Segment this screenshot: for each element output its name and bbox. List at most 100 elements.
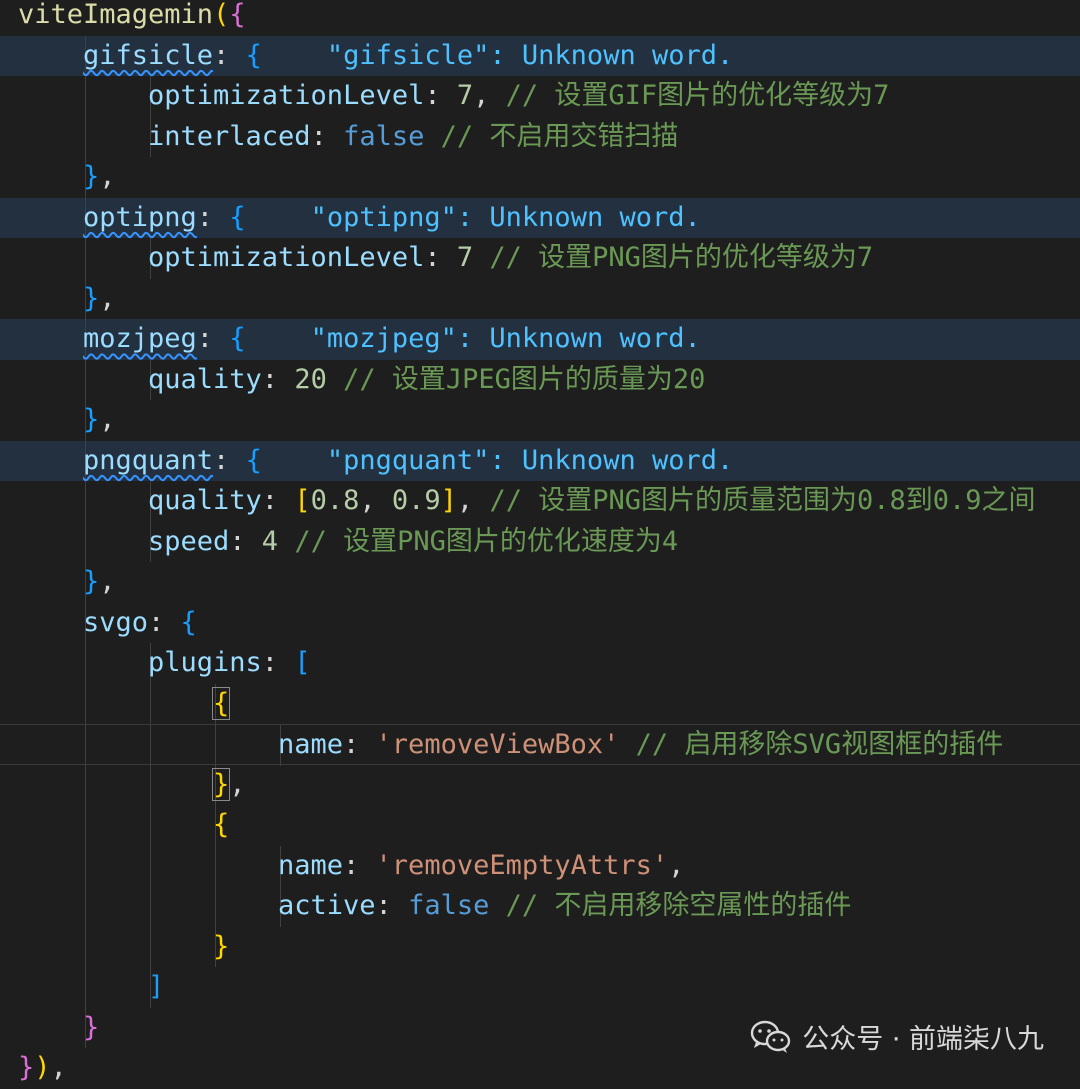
indent-guide [85, 805, 86, 846]
indent-guide [85, 683, 86, 724]
code-token: : [213, 444, 246, 476]
code-text: interlaced: false // 不启用交错扫描 [148, 117, 678, 158]
indent-guide [85, 238, 86, 279]
code-token: gifsicle [83, 39, 214, 71]
code-line[interactable]: }, [0, 562, 1080, 603]
diagnostic-hint: "optipng": Unknown word. [245, 201, 701, 233]
code-token: : [261, 363, 295, 395]
code-token: } [83, 404, 100, 435]
code-token: 4 [261, 525, 279, 557]
code-token: 20 [294, 363, 327, 395]
indent-guide [85, 886, 86, 927]
code-comment: // 设置JPEG图片的质量为20 [343, 363, 706, 395]
code-token: 'removeEmptyAttrs' [375, 849, 669, 881]
indent-guide [215, 845, 216, 886]
code-text: }, [83, 562, 116, 603]
indent-guide [150, 926, 151, 967]
code-line[interactable]: quality: 20 // 设置JPEG图片的质量为20 [0, 359, 1080, 401]
code-line[interactable]: optipng: { "optipng": Unknown word. [0, 197, 1080, 238]
code-token: : [261, 647, 295, 678]
indent-guide [215, 886, 216, 927]
code-line[interactable]: svgo: { [0, 602, 1080, 644]
code-token: : [196, 201, 230, 233]
diagnostic-hint: "pngquant": Unknown word. [261, 444, 734, 476]
indent-guide [150, 886, 151, 927]
code-text: }), [18, 1048, 67, 1089]
indent-guide [85, 521, 86, 562]
code-line[interactable]: }, [0, 400, 1080, 441]
code-token: : [213, 39, 246, 71]
code-comment: // 不启用移除空属性的插件 [505, 890, 852, 921]
code-token: { [180, 606, 197, 638]
code-text: { [213, 805, 229, 846]
code-token: 'removeViewBox' [375, 729, 620, 760]
code-line[interactable]: }, [0, 157, 1080, 198]
indent-guide [85, 116, 86, 157]
code-line[interactable]: pngquant: { "pngquant": Unknown word. [0, 440, 1080, 481]
code-line[interactable]: viteImagemin({ [0, 0, 1080, 36]
code-text: } [83, 1008, 99, 1049]
code-token: } [213, 930, 230, 962]
code-line[interactable]: { [0, 683, 1080, 725]
code-comment: // 设置GIF图片的优化等级为7 [505, 80, 890, 111]
code-token: : [424, 80, 457, 111]
code-token: : [196, 323, 230, 354]
code-token: } [18, 1052, 35, 1083]
code-text: active: false // 不启用移除空属性的插件 [278, 886, 851, 927]
code-line[interactable]: name: 'removeEmptyAttrs', [0, 845, 1080, 886]
code-token: 0.9 [391, 485, 441, 516]
indent-guide [150, 845, 151, 886]
code-line[interactable]: }, [0, 278, 1080, 319]
code-line[interactable]: { [0, 805, 1080, 846]
code-token: active [278, 890, 376, 921]
code-comment: // 设置PNG图片的优化速度为4 [294, 525, 679, 557]
indent-guide [150, 805, 151, 846]
code-text: quality: 20 // 设置JPEG图片的质量为20 [148, 360, 705, 401]
code-token: 0.8 [310, 485, 360, 516]
code-token: ] [440, 485, 457, 516]
code-line[interactable]: optimizationLevel: 7 // 设置PNG图片的优化等级为7 [0, 238, 1080, 279]
code-line[interactable]: active: false // 不启用移除空属性的插件 [0, 886, 1080, 927]
indent-guide [85, 643, 86, 684]
code-token: : [343, 849, 376, 881]
code-token: viteImagemin [18, 0, 214, 30]
code-line[interactable]: name: 'removeViewBox' // 启用移除SVG视图框的插件 [0, 724, 1080, 766]
code-token: optipng [83, 201, 197, 233]
code-token: } [83, 161, 100, 192]
code-token: false [343, 120, 425, 152]
code-token: , [99, 161, 116, 192]
code-text: svgo: { [83, 603, 197, 644]
code-line[interactable]: interlaced: false // 不启用交错扫描 [0, 116, 1080, 158]
code-token: mozjpeg [83, 323, 197, 354]
watermark: 公众号 · 前端柒八九 [750, 1017, 1044, 1056]
code-line[interactable]: speed: 4 // 设置PNG图片的优化速度为4 [0, 521, 1080, 562]
code-token: { [229, 201, 246, 233]
code-text: name: 'removeViewBox' // 启用移除SVG视图框的插件 [278, 725, 1003, 766]
code-line[interactable]: quality: [0.8, 0.9], // 设置PNG图片的质量范围为0.8… [0, 481, 1080, 522]
code-line[interactable]: } [0, 926, 1080, 967]
indent-guide [215, 725, 216, 766]
code-token: name [278, 849, 344, 881]
code-text: { [211, 684, 231, 725]
code-text: viteImagemin({ [18, 0, 246, 36]
code-editor[interactable]: viteImagemin({gifsicle: { "gifsicle": Un… [0, 0, 1080, 1083]
code-line[interactable]: gifsicle: { "gifsicle": Unknown word. [0, 35, 1080, 76]
code-text: mozjpeg: { "mozjpeg": Unknown word. [83, 319, 701, 360]
indent-guide [85, 967, 86, 1008]
code-token: { [245, 39, 262, 71]
code-line[interactable]: mozjpeg: { "mozjpeg": Unknown word. [0, 319, 1080, 360]
code-line[interactable]: plugins: [ [0, 643, 1080, 684]
code-text: }, [211, 765, 246, 806]
code-token: { [245, 444, 262, 476]
code-line[interactable]: optimizationLevel: 7, // 设置GIF图片的优化等级为7 [0, 76, 1080, 117]
code-text: }, [83, 400, 116, 441]
code-line[interactable]: }, [0, 764, 1080, 806]
code-token: pngquant [83, 444, 214, 476]
code-line[interactable]: ] [0, 967, 1080, 1008]
code-token: speed [148, 525, 230, 557]
code-text: }, [83, 157, 116, 198]
watermark-text: 公众号 · 前端柒八九 [802, 1024, 1044, 1055]
code-token: ) [34, 1052, 51, 1083]
code-token: , [99, 404, 116, 435]
